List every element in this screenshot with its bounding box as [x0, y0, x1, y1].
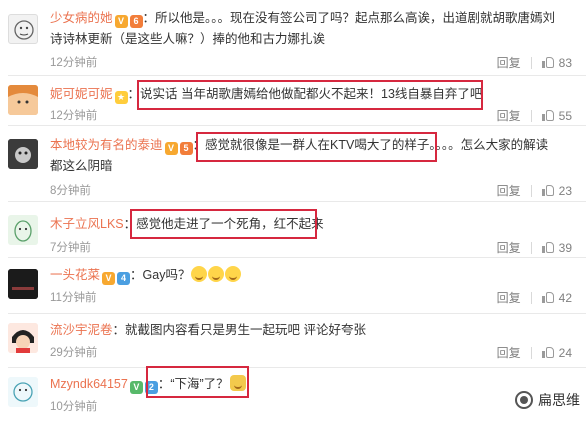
- reply-button[interactable]: 回复: [497, 54, 521, 71]
- reply-button[interactable]: 回复: [497, 239, 521, 256]
- comment-actions: 回复 42: [497, 289, 572, 306]
- avatar[interactable]: [8, 85, 38, 115]
- thumb-up-icon[interactable]: [541, 110, 554, 121]
- row-divider: [8, 257, 586, 258]
- row-divider: [8, 313, 586, 314]
- divider: [530, 184, 532, 197]
- like-count[interactable]: 39: [559, 241, 572, 255]
- sketch-avatar-icon: [8, 215, 38, 245]
- row-divider: [8, 201, 586, 202]
- like-count[interactable]: 24: [559, 346, 572, 360]
- username-link[interactable]: 妮可妮可妮: [50, 87, 113, 101]
- comment-actions: 回复 24: [497, 344, 572, 361]
- comment-actions: 回复 39: [497, 239, 572, 256]
- avatar[interactable]: [8, 215, 38, 245]
- thumb-up-icon[interactable]: [541, 57, 554, 68]
- highlight-box: [130, 209, 317, 239]
- comment-time: 12分钟前: [50, 110, 98, 122]
- comment-body: ：就截图内容看只是男生一起玩吧 评论好夸张: [112, 323, 366, 337]
- thumb-up-icon[interactable]: [541, 292, 554, 303]
- divider: [530, 346, 532, 359]
- comment-time: 29分钟前: [50, 347, 98, 359]
- comment-actions: 回复 55: [497, 107, 572, 124]
- like-count[interactable]: 42: [559, 291, 572, 305]
- reply-button[interactable]: 回复: [497, 182, 521, 199]
- level-badge-icon: 5: [179, 142, 193, 155]
- row-divider: [8, 125, 586, 126]
- reply-button[interactable]: 回复: [497, 344, 521, 361]
- sketch-avatar-icon: [8, 377, 38, 407]
- username-link[interactable]: 流沙宇泥卷: [50, 323, 113, 337]
- avatar[interactable]: [8, 139, 38, 169]
- username-link[interactable]: 本地较为有名的泰迪: [50, 138, 163, 152]
- dog-avatar-icon: [8, 139, 38, 169]
- row-divider: [8, 75, 586, 76]
- thumb-up-icon[interactable]: [541, 347, 554, 358]
- cartoon-girl-avatar-icon: [8, 323, 38, 353]
- dark-avatar-icon: [8, 269, 38, 299]
- emoji-icon: [208, 266, 225, 282]
- comment-time: 8分钟前: [50, 185, 91, 197]
- level-badge-icon: 6: [129, 15, 143, 28]
- divider: [530, 109, 532, 122]
- reply-button[interactable]: 回复: [497, 107, 521, 124]
- divider: [530, 241, 532, 254]
- comment-time: 10分钟前: [50, 401, 98, 413]
- thumb-up-icon[interactable]: [541, 242, 554, 253]
- thumb-up-icon[interactable]: [541, 185, 554, 196]
- member-badge-icon: ★: [114, 91, 128, 104]
- sketch-face-icon: [14, 20, 34, 40]
- watermark-text: 扁思维: [538, 392, 580, 408]
- like-count[interactable]: 83: [559, 56, 572, 70]
- avatar[interactable]: [8, 269, 38, 299]
- wechat-icon: [515, 391, 533, 409]
- comment-body: ：Gay吗？: [130, 268, 191, 282]
- comment-actions: 回复 83: [497, 54, 572, 71]
- comment-text: 流沙宇泥卷：就截图内容看只是男生一起玩吧 评论好夸张: [50, 320, 558, 341]
- divider: [530, 291, 532, 304]
- avatar[interactable]: [8, 14, 38, 44]
- divider: [530, 56, 532, 69]
- vip-badge-icon: V: [129, 381, 143, 394]
- highlight-box: [146, 366, 249, 398]
- like-count[interactable]: 23: [559, 184, 572, 198]
- anime-girl-avatar-icon: [8, 85, 38, 115]
- watermark: 扁思维: [515, 390, 580, 410]
- username-link[interactable]: 木子立风LKS: [50, 217, 124, 231]
- avatar[interactable]: [8, 323, 38, 353]
- like-count[interactable]: 55: [559, 109, 572, 123]
- level-badge-icon: 4: [117, 272, 131, 285]
- highlight-box: [137, 80, 483, 110]
- username-link[interactable]: 少女病的她: [50, 11, 113, 25]
- comment-text: Mzyndk64157 V 2 ：“下海”了？: [50, 374, 558, 395]
- reply-button[interactable]: 回复: [497, 289, 521, 306]
- emoji-icon: [225, 266, 242, 282]
- vip-badge-icon: V: [114, 15, 128, 28]
- comment-time: 11分钟前: [50, 292, 97, 304]
- comment-time: 7分钟前: [50, 242, 91, 254]
- row-divider: [8, 367, 586, 368]
- username-link[interactable]: Mzyndk64157: [50, 377, 128, 391]
- comment-time: 12分钟前: [50, 57, 98, 69]
- comment-actions: 回复 23: [497, 182, 572, 199]
- emoji-icon: [191, 266, 208, 282]
- username-link[interactable]: 一头花菜: [50, 268, 100, 282]
- vip-badge-icon: V: [102, 272, 116, 285]
- comment-text: 一头花菜 V 4 ：Gay吗？: [50, 265, 558, 286]
- highlight-box: [196, 132, 437, 162]
- vip-badge-icon: V: [164, 142, 178, 155]
- comment-text: 少女病的她 V 6 ：所以他是。。。现在没有签公司了吗？起点那么高诶，出道剧就胡歌唐嫣…: [50, 8, 558, 50]
- avatar[interactable]: [8, 377, 38, 407]
